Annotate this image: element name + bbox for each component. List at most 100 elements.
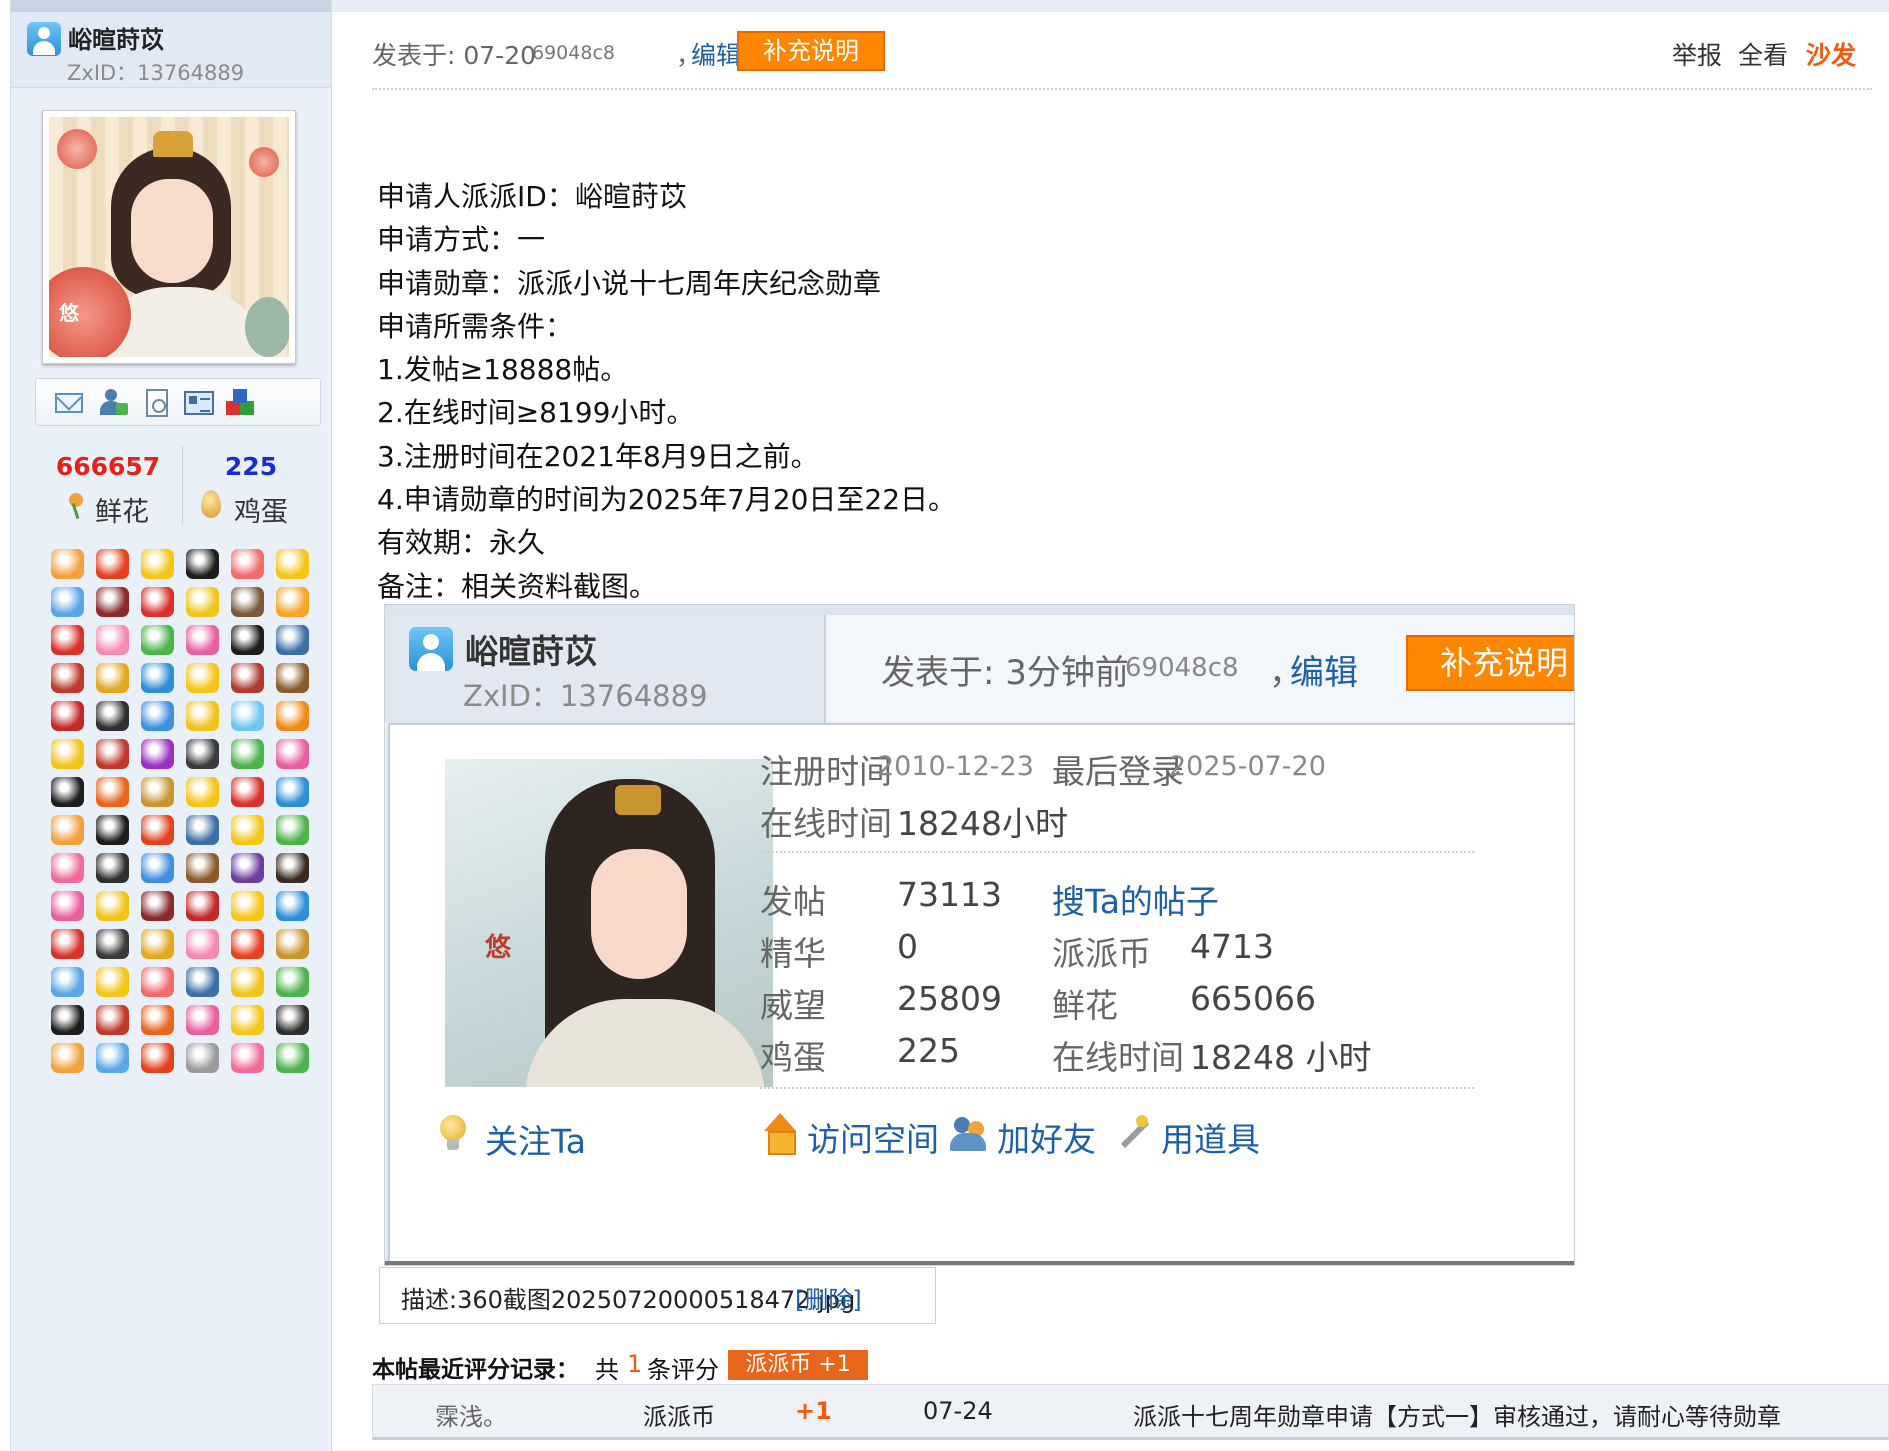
profile-card-icon[interactable]	[184, 389, 214, 417]
medal-icon[interactable]	[141, 853, 174, 883]
medal-icon[interactable]	[51, 891, 84, 921]
medal-icon[interactable]	[186, 777, 219, 807]
medal-icon[interactable]	[231, 891, 264, 921]
medal-icon[interactable]	[141, 1043, 174, 1073]
medal-icon[interactable]	[186, 663, 219, 693]
medal-icon[interactable]	[231, 587, 264, 617]
medal-icon[interactable]	[276, 701, 309, 731]
medal-icon[interactable]	[276, 625, 309, 655]
edit-link[interactable]: 编辑	[691, 36, 741, 72]
medal-icon[interactable]	[186, 739, 219, 769]
medal-icon[interactable]	[96, 701, 129, 731]
medal-icon[interactable]	[141, 815, 174, 845]
medal-icon[interactable]	[141, 587, 174, 617]
medal-icon[interactable]	[186, 1043, 219, 1073]
medal-icon[interactable]	[276, 1043, 309, 1073]
medal-icon[interactable]	[141, 701, 174, 731]
delete-attachment-link[interactable]: [删除]	[795, 1280, 862, 1315]
egg-label[interactable]: 鸡蛋	[234, 490, 288, 529]
author-avatar[interactable]: 悠	[42, 110, 296, 364]
medal-icon[interactable]	[231, 929, 264, 959]
medal-icon[interactable]	[141, 1005, 174, 1035]
medal-icon[interactable]	[231, 967, 264, 997]
medal-icon[interactable]	[276, 929, 309, 959]
medal-icon[interactable]	[96, 625, 129, 655]
medal-icon[interactable]	[186, 967, 219, 997]
medal-icon[interactable]	[141, 663, 174, 693]
medal-icon[interactable]	[96, 929, 129, 959]
medal-icon[interactable]	[276, 815, 309, 845]
medal-icon[interactable]	[276, 777, 309, 807]
medal-icon[interactable]	[51, 739, 84, 769]
add-friend-icon[interactable]	[98, 389, 128, 417]
medal-icon[interactable]	[231, 1005, 264, 1035]
supplement-button[interactable]: 补充说明	[737, 31, 885, 71]
medal-icon[interactable]	[231, 815, 264, 845]
medal-icon[interactable]	[231, 777, 264, 807]
view-all-link[interactable]: 全看	[1738, 36, 1788, 72]
flower-label[interactable]: 鲜花	[95, 490, 149, 529]
medal-icon[interactable]	[51, 663, 84, 693]
medal-icon[interactable]	[96, 891, 129, 921]
medal-icon[interactable]	[186, 701, 219, 731]
medal-icon[interactable]	[96, 1043, 129, 1073]
medal-icon[interactable]	[231, 549, 264, 579]
medal-icon[interactable]	[186, 853, 219, 883]
medal-icon[interactable]	[276, 853, 309, 883]
medal-icon[interactable]	[96, 663, 129, 693]
medal-icon[interactable]	[276, 587, 309, 617]
medal-icon[interactable]	[231, 663, 264, 693]
medal-icon[interactable]	[231, 1043, 264, 1073]
medal-icon[interactable]	[51, 853, 84, 883]
medal-icon[interactable]	[96, 777, 129, 807]
view-posts-icon[interactable]	[142, 389, 172, 417]
medal-icon[interactable]	[186, 891, 219, 921]
medal-icon[interactable]	[96, 549, 129, 579]
medal-icon[interactable]	[231, 739, 264, 769]
medal-icon[interactable]	[96, 1005, 129, 1035]
medal-icon[interactable]	[51, 777, 84, 807]
apps-icon[interactable]	[226, 389, 256, 417]
attached-screenshot[interactable]: 峪暄莳苡 ZxID：13764889 发表于: 3分钟前 69048c8 ， 编…	[384, 604, 1575, 1266]
medal-icon[interactable]	[96, 853, 129, 883]
medal-icon[interactable]	[186, 929, 219, 959]
medal-icon[interactable]	[276, 663, 309, 693]
medal-icon[interactable]	[141, 739, 174, 769]
medal-icon[interactable]	[276, 967, 309, 997]
medal-icon[interactable]	[96, 587, 129, 617]
medal-icon[interactable]	[276, 739, 309, 769]
send-message-icon[interactable]	[54, 389, 84, 417]
medal-icon[interactable]	[51, 549, 84, 579]
medal-icon[interactable]	[141, 929, 174, 959]
medal-icon[interactable]	[51, 625, 84, 655]
medal-icon[interactable]	[231, 853, 264, 883]
medal-icon[interactable]	[141, 549, 174, 579]
medal-icon[interactable]	[231, 701, 264, 731]
medal-icon[interactable]	[186, 549, 219, 579]
medal-icon[interactable]	[186, 815, 219, 845]
medal-icon[interactable]	[51, 929, 84, 959]
medal-icon[interactable]	[51, 815, 84, 845]
medal-icon[interactable]	[51, 1043, 84, 1073]
medal-icon[interactable]	[231, 625, 264, 655]
medal-icon[interactable]	[186, 1005, 219, 1035]
medal-icon[interactable]	[51, 1005, 84, 1035]
medal-icon[interactable]	[186, 587, 219, 617]
medal-icon[interactable]	[276, 891, 309, 921]
medal-icon[interactable]	[141, 891, 174, 921]
author-username[interactable]: 峪暄莳苡	[68, 20, 164, 55]
medal-icon[interactable]	[96, 739, 129, 769]
medal-icon[interactable]	[141, 625, 174, 655]
medal-icon[interactable]	[141, 967, 174, 997]
medal-icon[interactable]	[141, 777, 174, 807]
medal-icon[interactable]	[276, 549, 309, 579]
medal-icon[interactable]	[51, 587, 84, 617]
medal-icon[interactable]	[51, 967, 84, 997]
rater-username[interactable]: 霂浅。	[435, 1397, 507, 1432]
medal-icon[interactable]	[96, 815, 129, 845]
medal-icon[interactable]	[96, 967, 129, 997]
medal-icon[interactable]	[51, 701, 84, 731]
medal-icon[interactable]	[186, 625, 219, 655]
medal-icon[interactable]	[276, 1005, 309, 1035]
report-link[interactable]: 举报	[1672, 36, 1722, 72]
